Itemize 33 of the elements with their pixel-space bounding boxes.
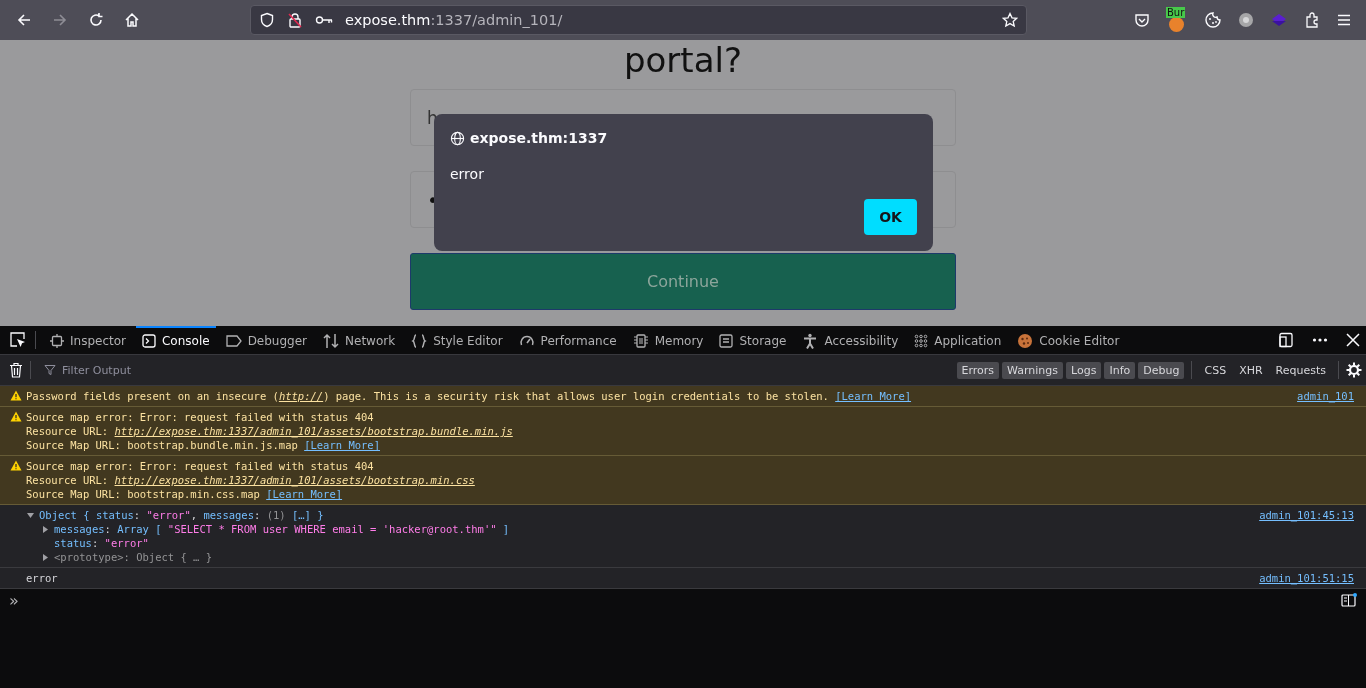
message-text: Resource URL:: [26, 473, 110, 487]
message-text: Source map error: Error: request failed with status 404: [26, 459, 374, 473]
message-text: Source map error: Error: request failed with status 404: [26, 410, 374, 424]
property-text: status: [54, 536, 92, 550]
url-text: expose.thm:1337/admin_101/: [345, 12, 563, 28]
message-text: Resource URL:: [26, 424, 110, 438]
object-text: […] }: [291, 508, 324, 522]
property-text: ]: [501, 522, 510, 536]
prompt-symbol: »: [9, 593, 19, 609]
message-text: Source Map URL: bootstrap.min.css.map: [26, 487, 261, 501]
dialog-message: error: [450, 166, 485, 182]
property-text: :: [104, 522, 112, 536]
message-text: Password fields present on an insecure (: [26, 389, 279, 403]
extension-badge: Bur: [1166, 7, 1186, 18]
object-text: :: [254, 508, 262, 522]
property-text: "error": [104, 536, 149, 550]
message-text: Source Map URL: bootstrap.bundle.min.js.map: [26, 438, 299, 452]
property-text: :: [91, 536, 100, 550]
object-text: "error": [146, 508, 191, 522]
object-text: :: [133, 508, 142, 522]
message-text: ) page. This is a security risk that allows user login credentials to be stolen.: [323, 389, 830, 403]
page-heading: portal?: [624, 40, 742, 80]
object-text: (1): [266, 508, 287, 522]
property-text: "SELECT * FROM user WHERE email = 'hacker@root.thm'": [167, 522, 497, 536]
object-text: ,: [190, 508, 199, 522]
object-text: Object {: [39, 508, 91, 522]
property-text: Array [: [117, 522, 163, 536]
property-text: messages: [54, 522, 105, 536]
message-text: error: [26, 571, 58, 585]
dialog-title: expose.thm:1337: [470, 130, 608, 146]
object-text: messages: [203, 508, 254, 522]
object-text: status: [95, 508, 134, 522]
property-text: <prototype>: Object { … }: [54, 550, 213, 564]
